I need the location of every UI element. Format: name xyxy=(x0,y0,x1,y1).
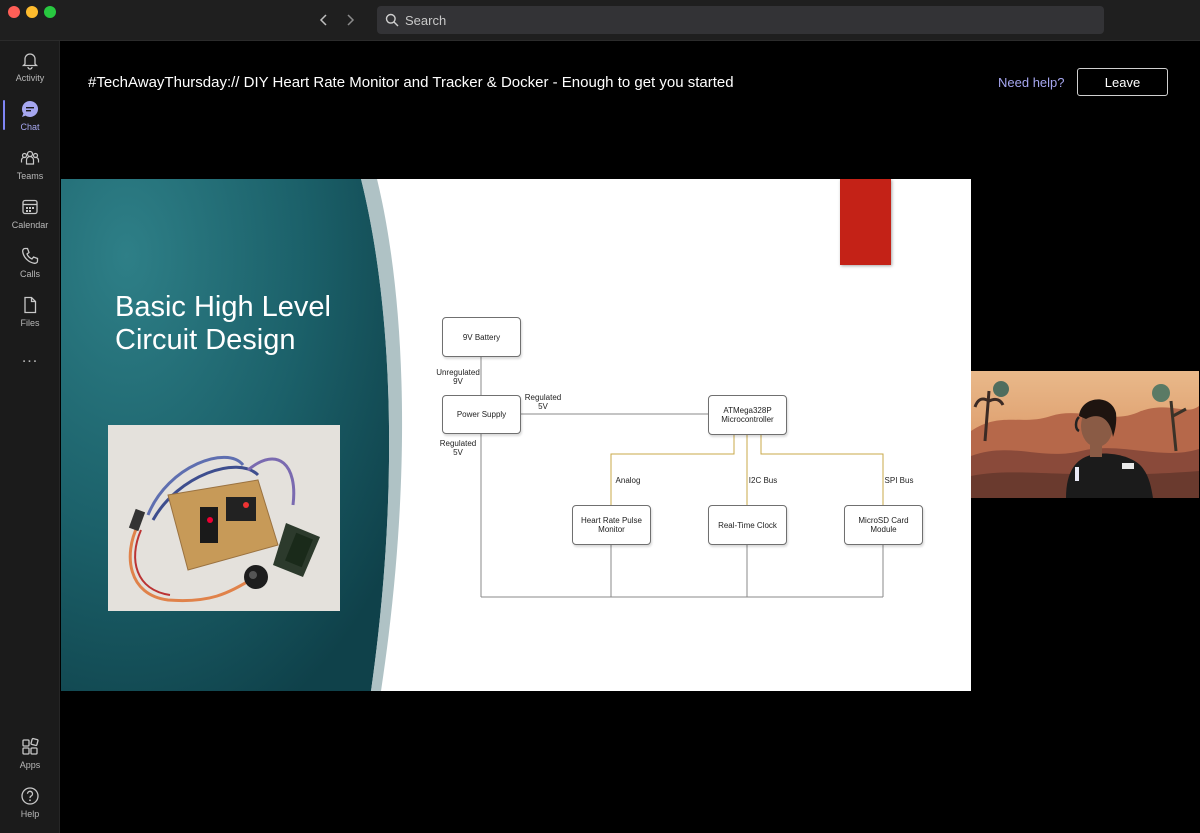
sidebar-item-teams[interactable]: Teams xyxy=(0,141,60,187)
sidebar-item-label: Calls xyxy=(19,268,40,279)
diagram-node-power-supply: Power Supply xyxy=(442,395,521,434)
phone-icon xyxy=(22,247,39,264)
more-apps-button[interactable]: ... xyxy=(0,349,60,367)
edge-label-line: Unregulated xyxy=(436,368,480,377)
edge-label-analog: Analog xyxy=(615,476,641,485)
edge-label-line: Regulated xyxy=(524,393,562,402)
search-input[interactable]: Search xyxy=(377,6,1104,34)
sidebar-item-label: Files xyxy=(20,317,40,328)
window-titlebar: Search xyxy=(0,0,1200,41)
block-diagram-connectors xyxy=(480,357,884,598)
sidebar-item-label: Help xyxy=(20,808,40,819)
need-help-link[interactable]: Need help? xyxy=(998,75,1065,90)
diagram-node-rtc: Real-Time Clock xyxy=(708,505,787,545)
meeting-title: #TechAwayThursday:// DIY Heart Rate Moni… xyxy=(88,74,734,91)
sidebar-item-label: Apps xyxy=(19,759,41,770)
bell-icon xyxy=(21,52,39,70)
chevron-right-icon xyxy=(347,14,355,26)
chevron-left-icon xyxy=(319,14,327,26)
edge-label-i2c: I2C Bus xyxy=(748,476,778,485)
edge-label-line: Regulated xyxy=(439,439,477,448)
sidebar-item-chat[interactable]: Chat xyxy=(0,92,60,138)
calendar-icon xyxy=(22,199,38,214)
chat-icon xyxy=(22,100,39,117)
search-icon xyxy=(385,13,399,27)
leave-button[interactable]: Leave xyxy=(1077,68,1168,96)
close-window-button[interactable] xyxy=(8,6,20,18)
file-icon xyxy=(24,296,37,313)
diagram-node-heart-rate-monitor: Heart Rate Pulse Monitor xyxy=(572,505,651,545)
sidebar-item-activity[interactable]: Activity xyxy=(0,43,60,89)
maximize-window-button[interactable] xyxy=(44,6,56,18)
sidebar-item-label: Calendar xyxy=(11,219,49,230)
node-label: Microcontroller xyxy=(721,415,774,424)
edge-label-spi: SPI Bus xyxy=(884,476,914,485)
help-icon xyxy=(21,786,39,805)
sidebar-item-label: Teams xyxy=(16,170,44,181)
forward-button[interactable] xyxy=(340,10,360,30)
diagram-node-battery: 9V Battery xyxy=(442,317,521,357)
edge-label-regulated-mcu: Regulated 5V xyxy=(521,393,565,411)
diagram-node-microsd: MicroSD Card Module xyxy=(844,505,923,545)
sidebar-item-files[interactable]: Files xyxy=(0,288,60,334)
edge-label-regulated-bus: Regulated 5V xyxy=(436,439,480,457)
node-label: 9V Battery xyxy=(462,332,501,342)
node-label: Real-Time Clock xyxy=(718,520,777,530)
presenter-video[interactable] xyxy=(971,371,1199,498)
node-label: Heart Rate Pulse xyxy=(581,516,642,525)
node-label: MicroSD Card xyxy=(858,516,909,525)
diagram-node-microcontroller: ATMega328P Microcontroller xyxy=(708,395,787,435)
apps-icon xyxy=(22,737,39,755)
sidebar-item-calendar[interactable]: Calendar xyxy=(0,190,60,236)
node-label: Power Supply xyxy=(456,410,507,419)
node-label: Module xyxy=(870,525,897,534)
shared-slide: Basic High Level Circuit Design 9V Batte… xyxy=(61,179,971,691)
sidebar-item-calls[interactable]: Calls xyxy=(0,239,60,285)
minimize-window-button[interactable] xyxy=(26,6,38,18)
sidebar-item-label: Chat xyxy=(20,121,40,132)
back-button[interactable] xyxy=(314,10,334,30)
sidebar-item-apps[interactable]: Apps xyxy=(0,730,60,776)
sidebar-item-help[interactable]: Help xyxy=(0,779,60,825)
teams-icon xyxy=(20,150,40,165)
edge-label-line: 9V xyxy=(453,377,463,386)
edge-label-unregulated: Unregulated 9V xyxy=(435,368,481,386)
app-bar: Activity Chat Teams Calendar Calls Files… xyxy=(0,41,60,833)
search-placeholder: Search xyxy=(405,12,447,28)
edge-label-line: 5V xyxy=(538,402,548,411)
edge-label-line: 5V xyxy=(453,448,463,457)
node-label: Monitor xyxy=(598,525,625,534)
sidebar-item-label: Activity xyxy=(15,72,45,83)
node-label: ATMega328P xyxy=(723,406,772,415)
